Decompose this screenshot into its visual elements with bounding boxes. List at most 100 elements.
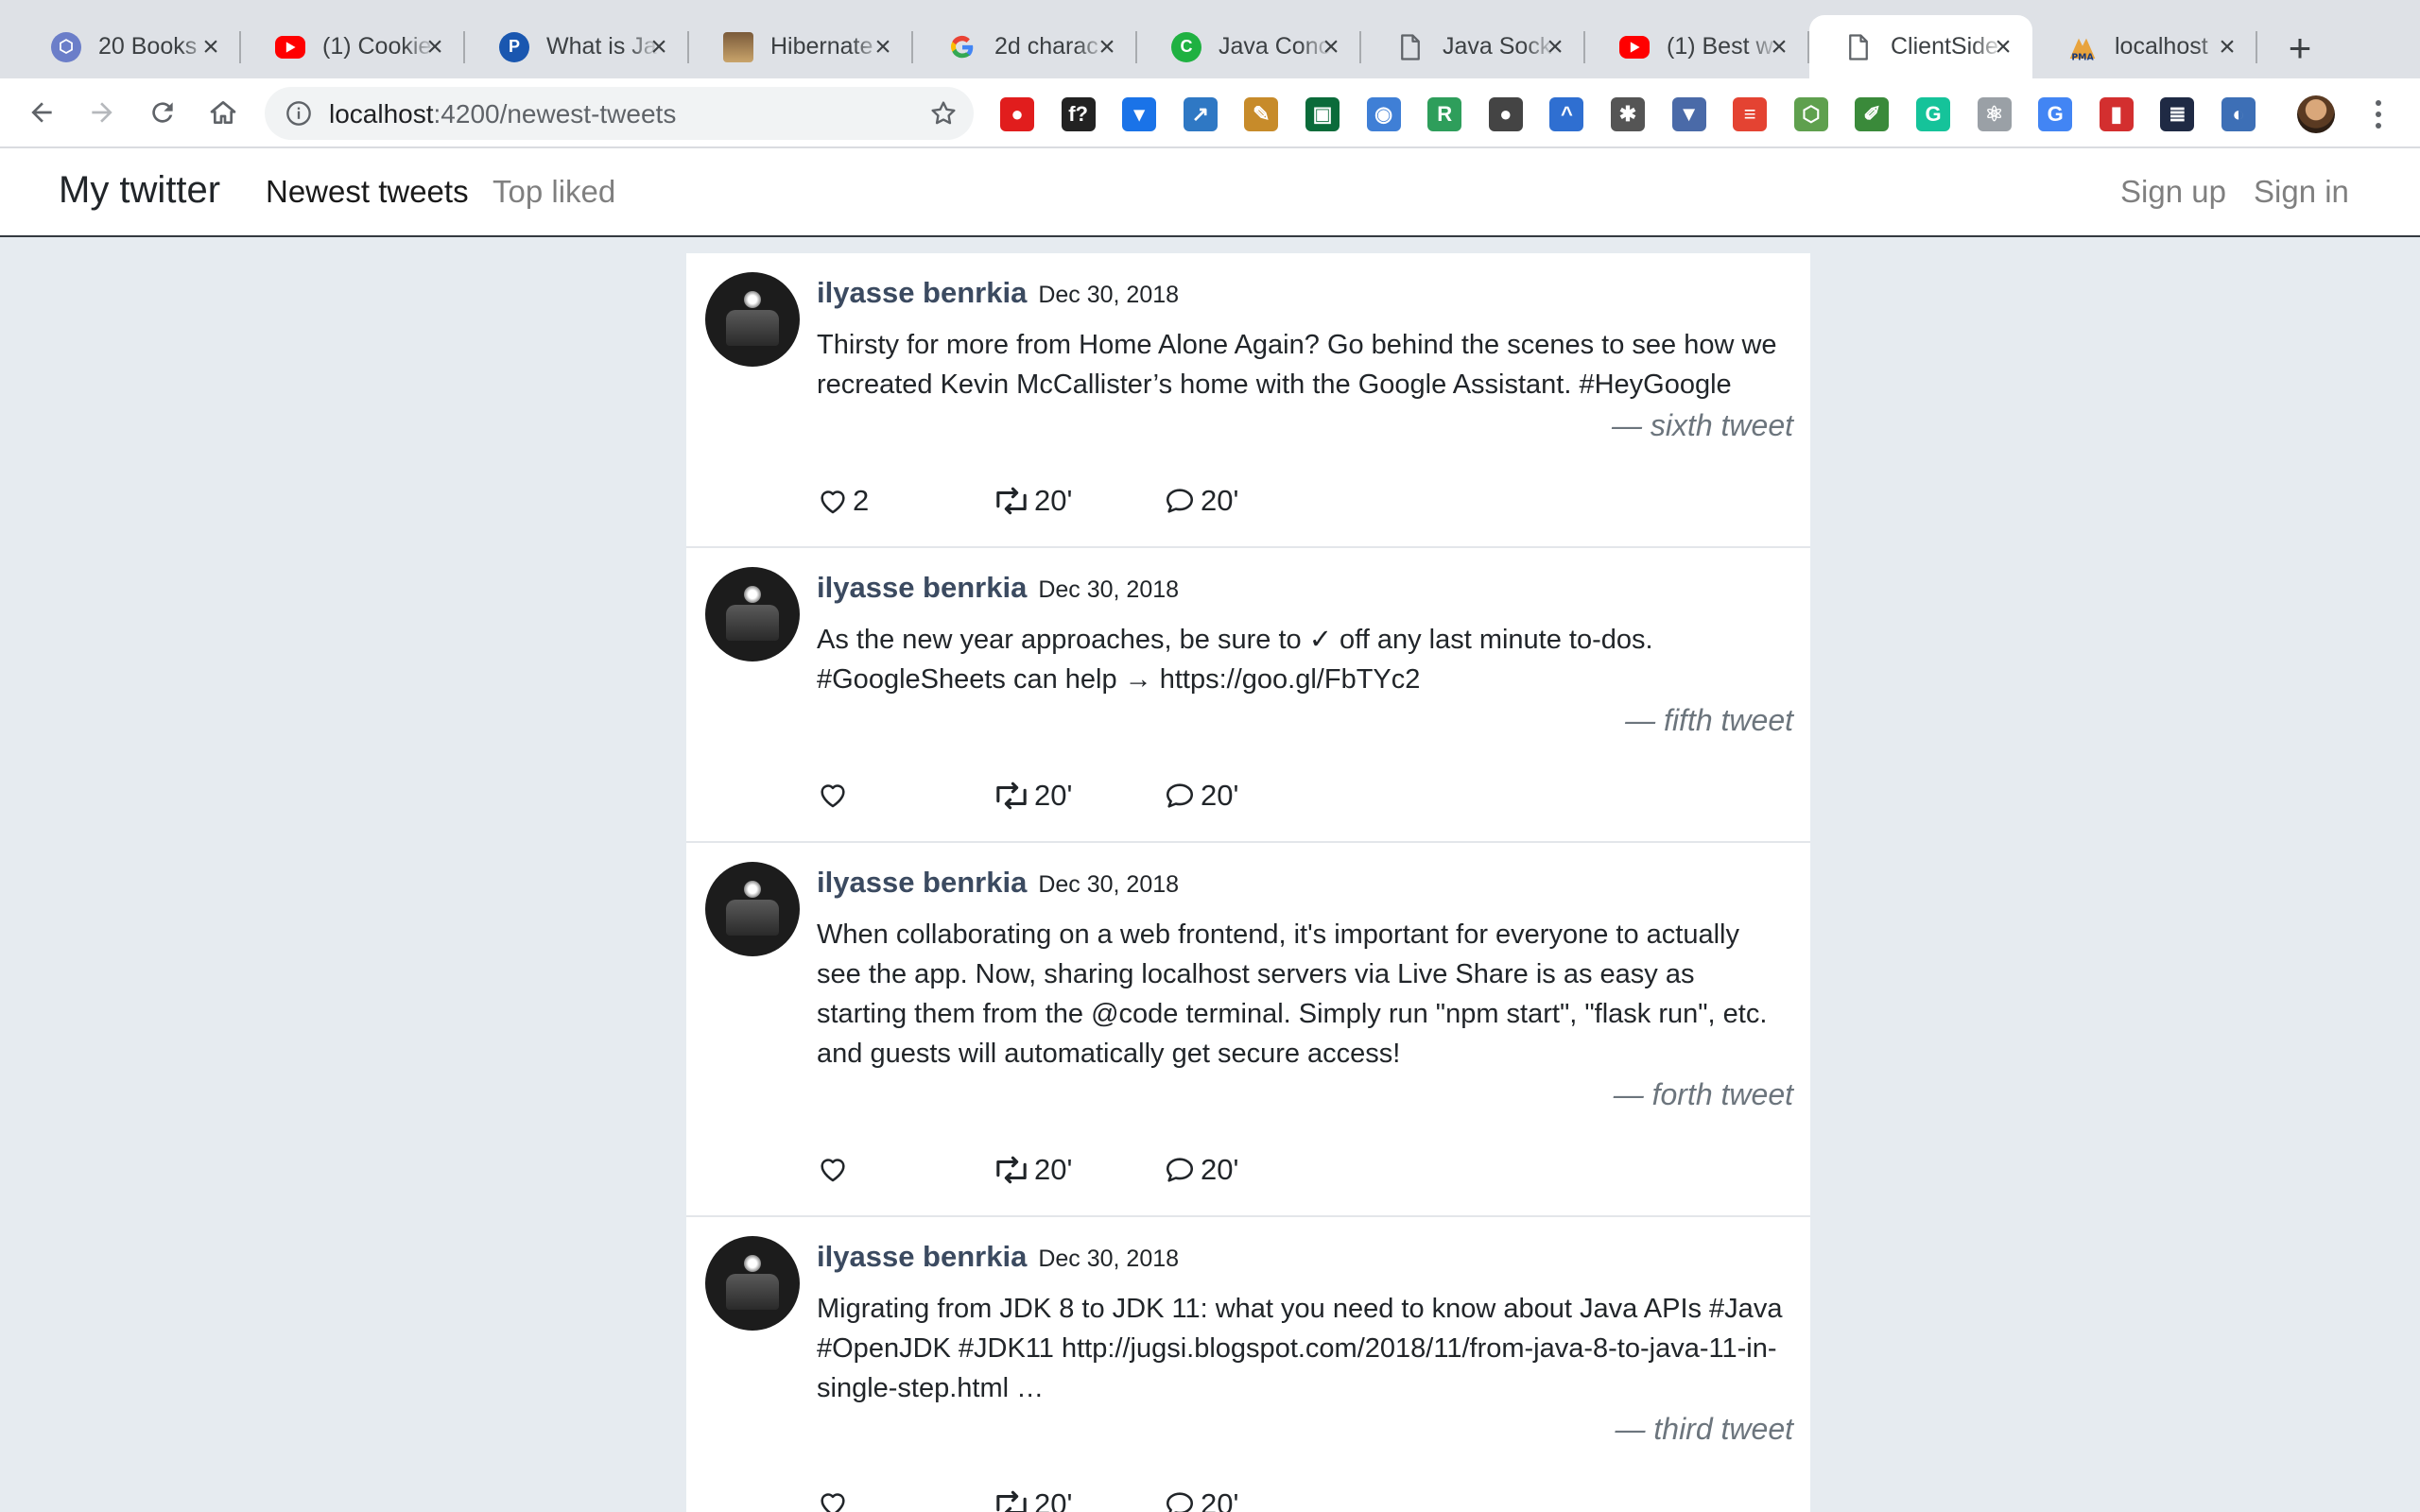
retweet-count: 20' [1034,1153,1073,1186]
close-tab-icon[interactable]: × [643,31,675,63]
close-tab-icon[interactable]: × [195,31,227,63]
avatar[interactable] [705,1236,800,1331]
pma-icon: PMA [2067,32,2098,62]
address-bar[interactable]: localhost:4200/newest-tweets [265,87,974,140]
like-count: 2 [853,484,870,517]
translate-icon[interactable]: G [2038,97,2073,131]
avatar[interactable] [705,862,800,956]
app-navbar: My twitter Newest tweets Top liked Sign … [0,148,2420,237]
retweet-icon [996,487,1027,515]
tab-strip: ⬡ 20 Books × (1) Cookie × P What is Ja × Hiberna… [0,0,2420,78]
r-letter-icon[interactable]: R [1427,97,1462,131]
avatar[interactable] [705,567,800,662]
tweet-date: Dec 30, 2018 [1038,1246,1180,1272]
p-letter-icon: P [499,31,529,62]
author-name: ilyasse benrkia [817,1240,1028,1273]
react-icon[interactable]: ⚛ [1977,97,2012,131]
bookmark-star-icon[interactable] [928,98,959,129]
browser-tab[interactable]: Java Sock × [1361,15,1585,78]
globe-icon[interactable]: ◐ [2221,97,2256,131]
browser-tab[interactable]: (1) Best w × [1585,15,1809,78]
document-icon [1395,32,1426,62]
brand-logo[interactable]: My twitter [59,169,220,212]
dropper-icon[interactable]: ✐ [1855,97,1890,131]
tweet-author[interactable]: ilyasse benrkia Dec 30, 2018 [817,1240,1179,1274]
browser-tab[interactable]: Hibernate × [689,15,913,78]
tweet-footer: — fifth tweet [1625,703,1793,737]
reload-button[interactable] [140,90,185,135]
browser-tab[interactable]: C Java Conc × [1137,15,1361,78]
retweet-button[interactable]: 20' [993,779,1072,813]
tweet-date: Dec 30, 2018 [1038,576,1180,603]
close-tab-icon[interactable]: × [2211,31,2243,63]
heart-icon [821,490,845,514]
close-tab-icon[interactable]: × [1763,31,1795,63]
retweet-button[interactable]: 20' [993,1153,1072,1187]
reply-button[interactable]: 20' [1163,484,1238,518]
chart-icon[interactable]: ↗ [1183,97,1218,131]
like-button[interactable]: 2 [817,484,869,518]
browser-tab[interactable]: P What is Ja × [465,15,689,78]
nodejs-icon[interactable]: ⬡ [1793,97,1828,131]
retweet-button[interactable]: 20' [993,484,1072,518]
retweet-button[interactable]: 20' [993,1487,1072,1512]
tweet-card: ilyasse benrkia Dec 30, 2018 As the new y… [686,548,1810,843]
comment-icon [1166,1492,1194,1512]
browser-tab[interactable]: PMA localhost × [2033,15,2257,78]
caret-icon[interactable]: ^ [1549,97,1584,131]
profile-avatar[interactable] [2297,95,2335,133]
like-button[interactable] [817,1153,853,1185]
reply-button[interactable]: 20' [1163,1153,1238,1187]
new-tab-button[interactable]: + [2276,25,2324,72]
nav-sign-in[interactable]: Sign in [2254,174,2349,210]
gear-icon[interactable]: ✱ [1611,97,1645,131]
bulb-icon[interactable]: ● [1488,97,1523,131]
forward-button[interactable] [79,90,125,135]
reply-button[interactable]: 20' [1163,1487,1238,1512]
reply-count: 20' [1201,484,1239,517]
browser-tab[interactable]: (1) Cookie × [241,15,465,78]
tweet-content: Thirsty for more from Home Alone Again? … [817,330,1777,400]
avatar[interactable] [705,272,800,367]
tweet-author[interactable]: ilyasse benrkia Dec 30, 2018 [817,276,1179,310]
png-icon[interactable]: ▼ [1671,97,1706,131]
nav-top-liked[interactable]: Top liked [493,174,615,210]
author-name: ilyasse benrkia [817,571,1028,604]
like-button[interactable] [817,779,853,811]
tweet-author[interactable]: ilyasse benrkia Dec 30, 2018 [817,866,1179,900]
close-tab-icon[interactable]: × [1539,31,1571,63]
retweet-count: 20' [1034,779,1073,812]
info-icon[interactable] [285,100,312,127]
download-icon[interactable]: ▾ [1122,97,1157,131]
like-button[interactable] [817,1487,853,1512]
pencil-icon[interactable]: ✎ [1244,97,1279,131]
nav-sign-up[interactable]: Sign up [2120,174,2226,210]
back-button[interactable] [19,90,64,135]
retweet-icon [996,1156,1027,1184]
opera-icon[interactable]: ● [1000,97,1034,131]
browser-tab[interactable]: ClientSide × [1809,15,2032,78]
todoist-icon[interactable]: ≡ [1733,97,1768,131]
colorzilla-icon[interactable]: ▮ [2099,97,2134,131]
tweet-card: ilyasse benrkia Dec 30, 2018 When collabo… [686,843,1810,1217]
close-tab-icon[interactable]: × [1315,31,1347,63]
close-tab-icon[interactable]: × [1987,31,2019,63]
tweet-author[interactable]: ilyasse benrkia Dec 30, 2018 [817,571,1179,605]
grammarly-icon[interactable]: G [1916,97,1950,131]
browser-menu-button[interactable] [2361,94,2395,135]
screenshot-icon[interactable]: ▣ [1305,97,1340,131]
browser-tab[interactable]: ⬡ 20 Books × [17,15,241,78]
retweet-count: 20' [1034,484,1073,517]
nav-newest-tweets[interactable]: Newest tweets [266,174,469,210]
home-button[interactable] [200,90,246,135]
server-icon[interactable]: ≣ [2160,97,2195,131]
font-f-icon[interactable]: f? [1061,97,1096,131]
close-tab-icon[interactable]: × [419,31,451,63]
url-text[interactable]: localhost:4200/newest-tweets [329,99,676,129]
reply-button[interactable]: 20' [1163,779,1238,813]
author-name: ilyasse benrkia [817,866,1028,899]
close-tab-icon[interactable]: × [867,31,899,63]
close-tab-icon[interactable]: × [1091,31,1123,63]
browser-tab[interactable]: 2d charac × [913,15,1137,78]
camera-icon[interactable]: ◉ [1366,97,1401,131]
